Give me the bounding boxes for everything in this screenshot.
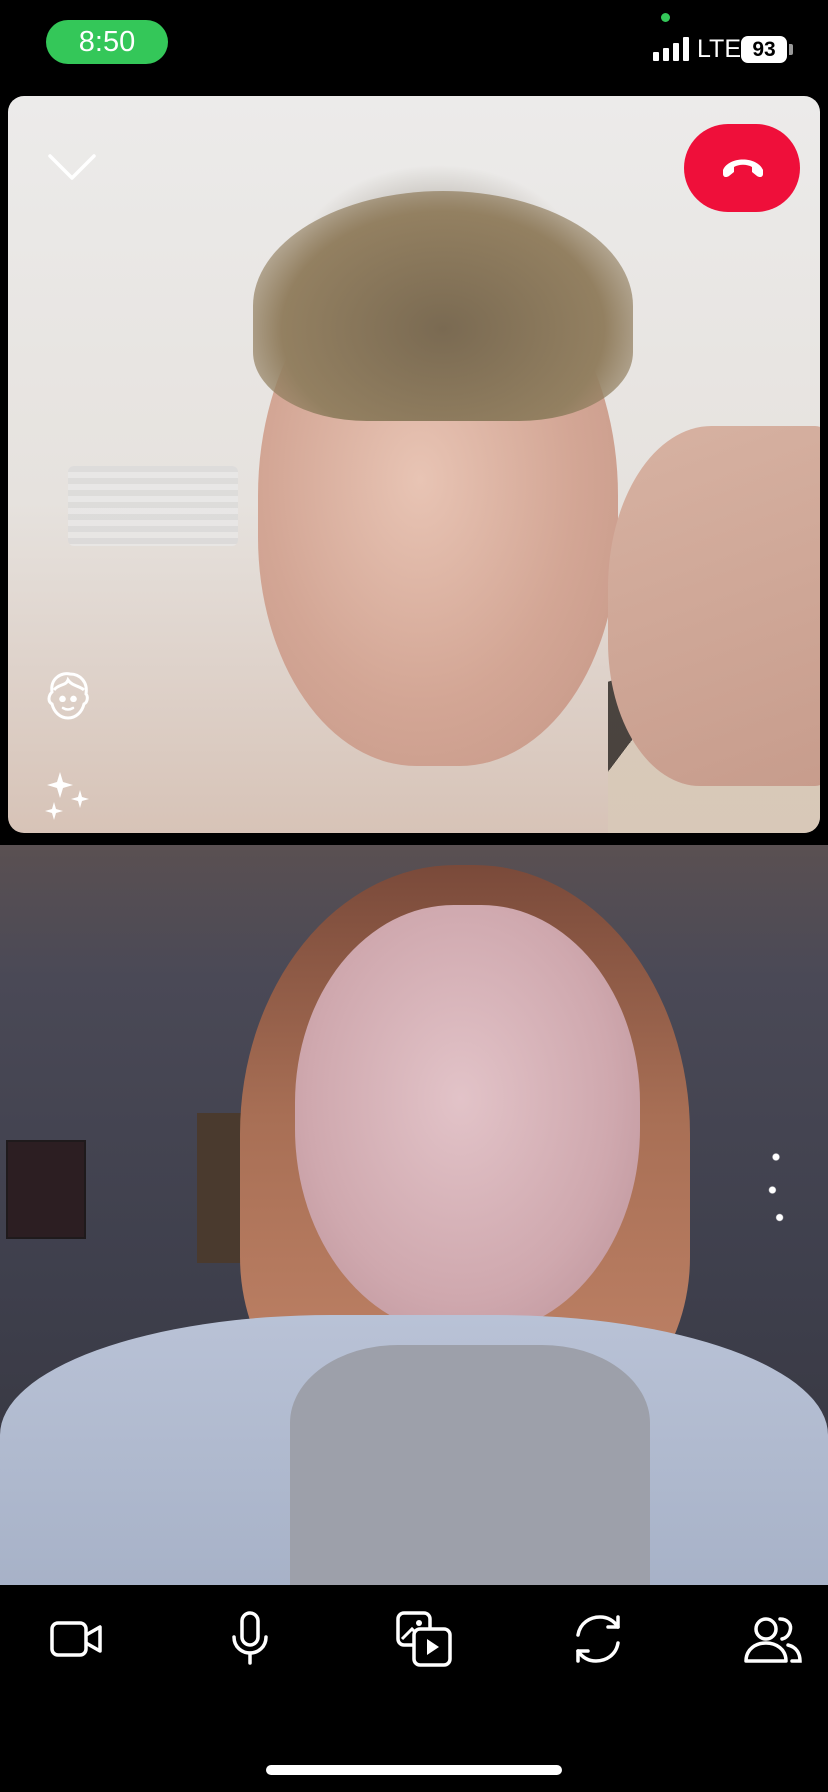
status-bar: 8:50 LTE 93 <box>0 0 828 92</box>
remote-person-face <box>295 905 640 1335</box>
participants-button[interactable] <box>740 1607 804 1671</box>
end-call-button[interactable] <box>684 124 800 212</box>
media-share-icon <box>396 1611 452 1667</box>
remote-video-feed[interactable] <box>0 845 828 1585</box>
local-person-arm <box>608 426 820 786</box>
battery-icon: 93 <box>741 36 787 63</box>
battery-level: 93 <box>752 38 776 61</box>
local-video-feed[interactable] <box>8 96 820 833</box>
end-call-icon <box>723 159 763 178</box>
remote-person-shirt <box>290 1345 650 1585</box>
status-time: 8:50 <box>46 20 168 64</box>
call-toolbar <box>0 1585 828 1695</box>
local-person-hair <box>253 191 633 421</box>
home-indicator[interactable] <box>266 1765 562 1775</box>
share-media-button[interactable] <box>392 1607 456 1671</box>
flip-camera-button[interactable] <box>566 1607 630 1671</box>
video-camera-icon <box>50 1621 102 1657</box>
participants-icon <box>744 1617 802 1663</box>
background-picture <box>6 1140 86 1239</box>
network-type: LTE <box>697 35 741 63</box>
mute-button[interactable] <box>218 1607 282 1671</box>
signal-icon <box>653 37 691 61</box>
background-window <box>68 466 238 546</box>
battery-cap <box>789 44 793 55</box>
video-toggle-button[interactable] <box>44 1607 108 1671</box>
chevron-down-icon[interactable] <box>42 146 102 186</box>
face-lens-icon[interactable] <box>40 666 96 722</box>
sparkles-icon[interactable] <box>40 768 96 824</box>
flip-camera-icon <box>576 1615 620 1663</box>
microphone-icon <box>232 1611 268 1665</box>
mic-indicator-icon <box>661 13 670 22</box>
background-lights <box>758 1135 794 1245</box>
